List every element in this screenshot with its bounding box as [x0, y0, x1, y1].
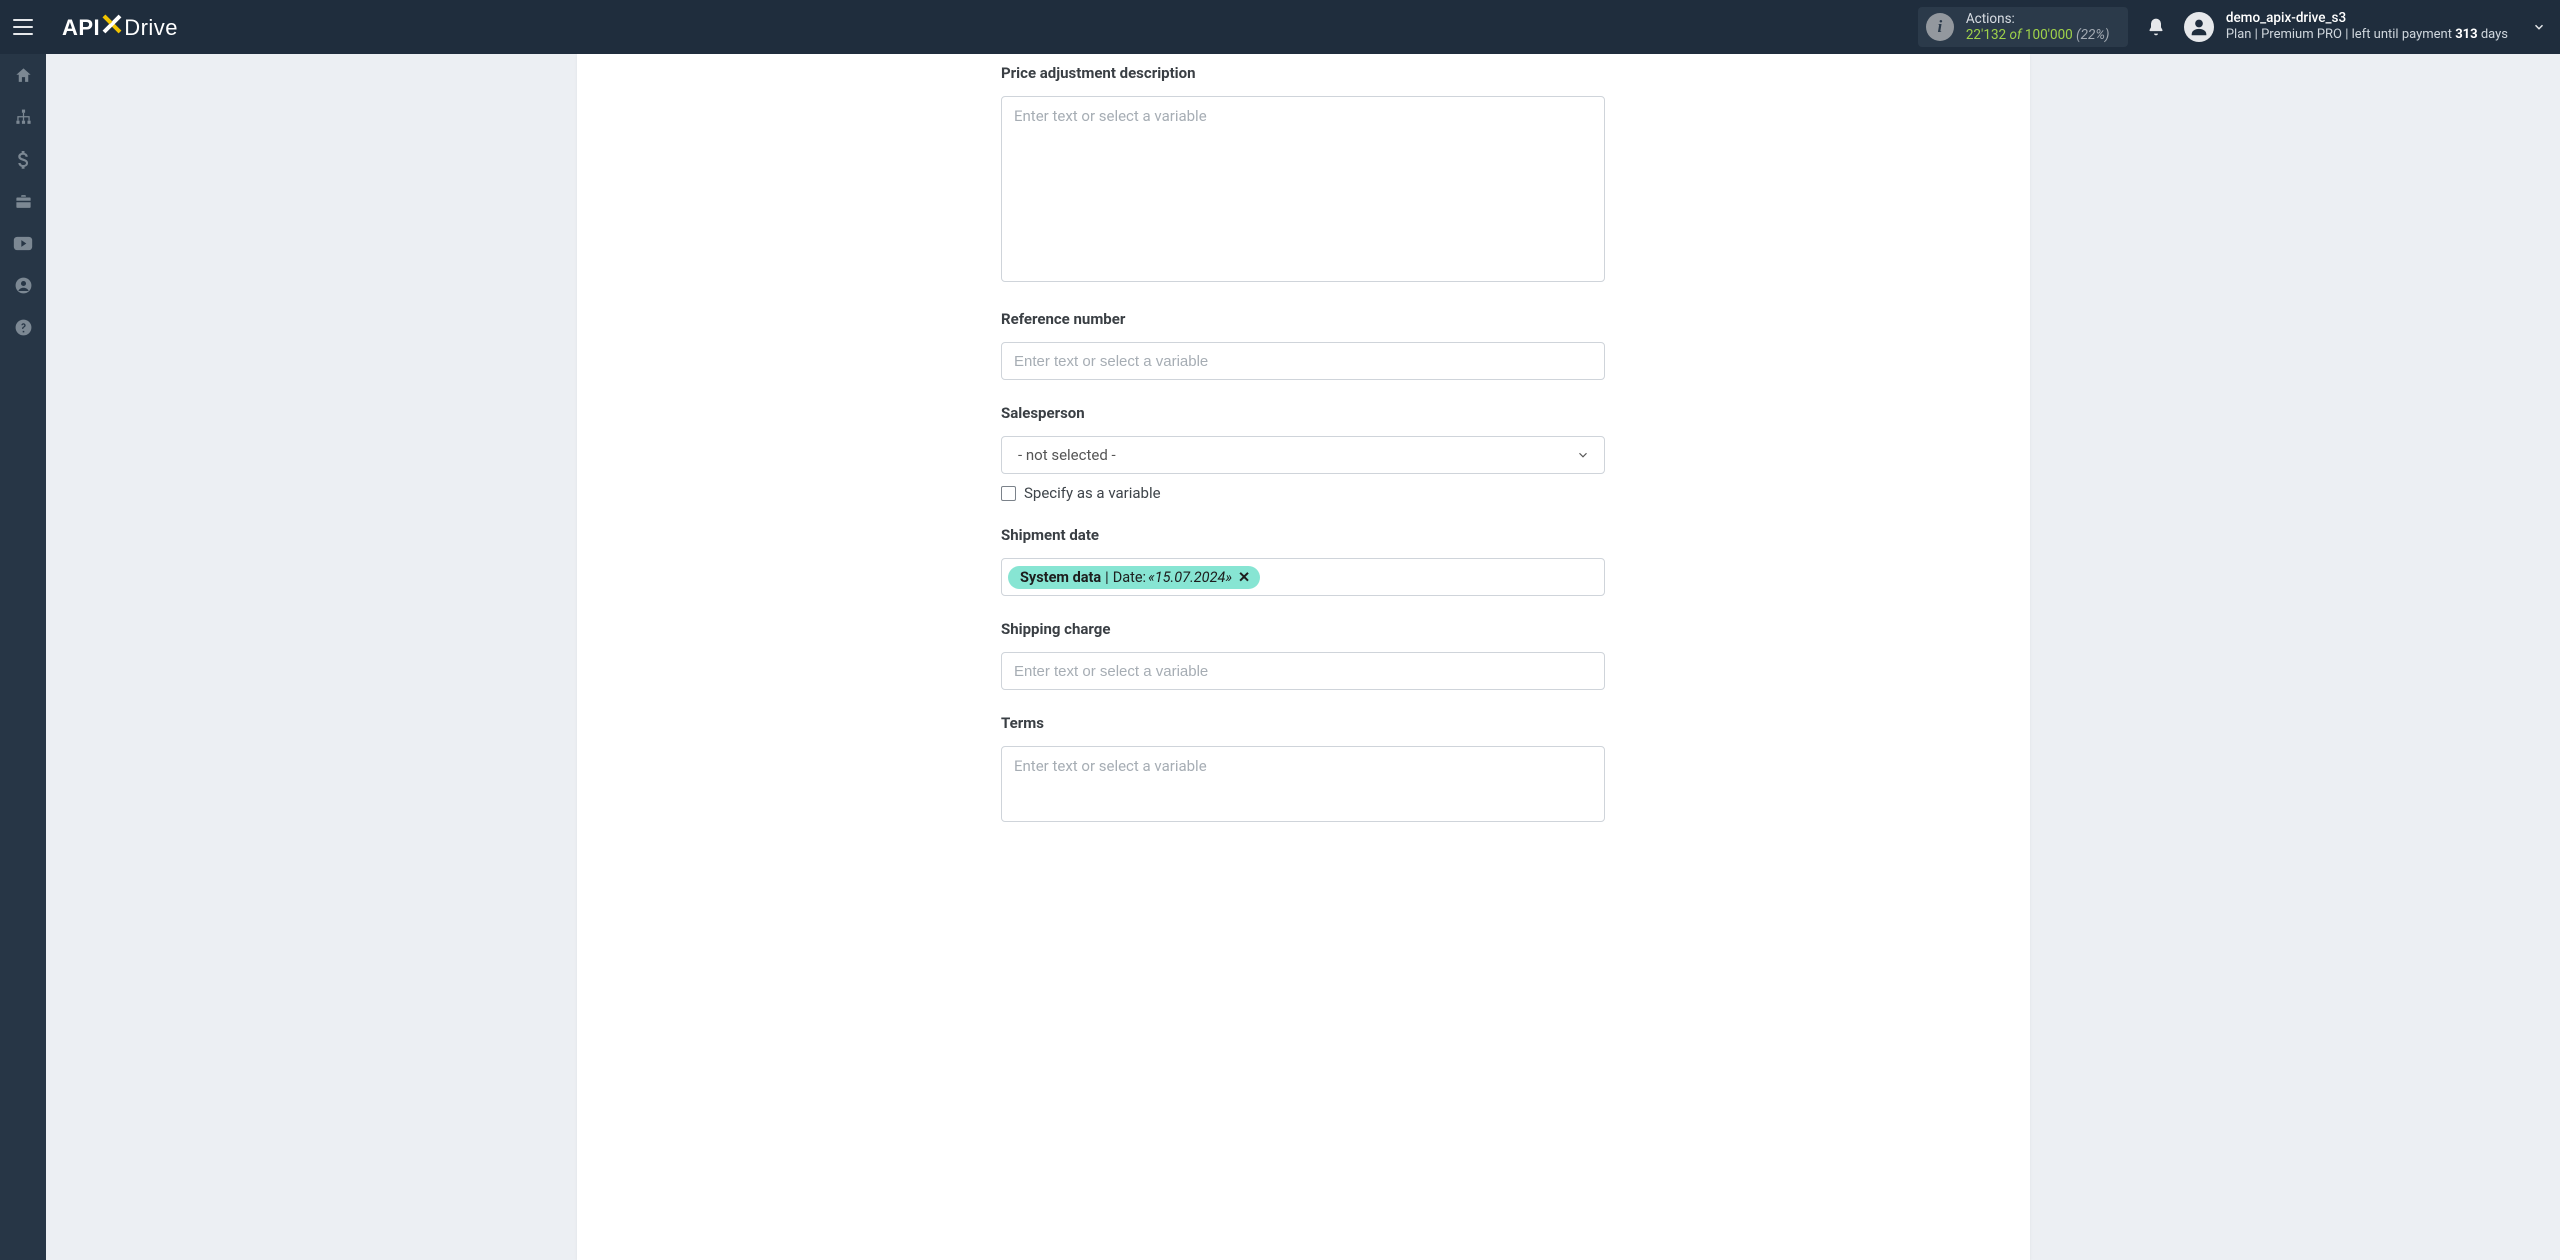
- plan-prefix: Plan |: [2226, 27, 2258, 42]
- terms-label: Terms: [1001, 714, 1605, 732]
- chevron-down-icon: [1576, 448, 1590, 462]
- shipment-date-input[interactable]: System data | Date: «15.07.2024» ✕: [1001, 558, 1605, 596]
- variable-value: «15.07.2024»: [1148, 569, 1232, 586]
- reference-number-label: Reference number: [1001, 310, 1605, 328]
- brand-part1: API: [62, 15, 100, 41]
- field-shipment-date: Shipment date System data | Date: «15.07…: [1001, 526, 1605, 596]
- topbar-right: i Actions: 22'132 of 100'000 (22%): [1918, 7, 2546, 47]
- sidebar-item-connections[interactable]: [0, 96, 46, 138]
- avatar-icon: [2184, 12, 2214, 42]
- field-shipping-charge: Shipping charge: [1001, 620, 1605, 690]
- actions-used: 22'132: [1966, 27, 2006, 43]
- brand-logo[interactable]: API Drive: [62, 13, 178, 41]
- price-adjustment-description-label: Price adjustment description: [1001, 64, 1605, 82]
- salesperson-select[interactable]: - not selected -: [1001, 436, 1605, 474]
- price-adjustment-description-input[interactable]: [1001, 96, 1605, 282]
- user-name: demo_apix-drive_s3: [2226, 10, 2508, 27]
- menu-toggle-button[interactable]: [13, 19, 33, 35]
- user-plan: Plan | Premium PRO | left until payment …: [2226, 27, 2508, 43]
- actions-total: 100'000: [2025, 27, 2073, 43]
- field-price-adjustment-description: Price adjustment description: [1001, 64, 1605, 286]
- page-scroll[interactable]: Price adjustment description Reference n…: [46, 54, 2560, 1260]
- shipping-charge-input[interactable]: [1001, 652, 1605, 690]
- variable-label: Date:: [1113, 569, 1146, 586]
- field-salesperson: Salesperson - not selected - Specify as …: [1001, 404, 1605, 502]
- actions-of: of: [2010, 27, 2022, 43]
- shipment-date-label: Shipment date: [1001, 526, 1605, 544]
- form-card: Price adjustment description Reference n…: [577, 54, 2030, 1260]
- remove-tag-button[interactable]: ✕: [1238, 569, 1250, 586]
- salesperson-label: Salesperson: [1001, 404, 1605, 422]
- terms-input[interactable]: [1001, 746, 1605, 822]
- field-terms: Terms: [1001, 714, 1605, 826]
- reference-number-input[interactable]: [1001, 342, 1605, 380]
- actions-values: 22'132 of 100'000 (22%): [1966, 27, 2110, 43]
- sidebar: [0, 54, 46, 1260]
- specify-variable-label: Specify as a variable: [1024, 484, 1161, 502]
- specify-variable-row: Specify as a variable: [1001, 484, 1605, 502]
- actions-label: Actions:: [1966, 11, 2110, 27]
- sidebar-item-account[interactable]: [0, 264, 46, 306]
- sidebar-item-video[interactable]: [0, 222, 46, 264]
- brand-part2: Drive: [124, 15, 178, 41]
- brand-x-icon: [101, 13, 123, 35]
- user-text: demo_apix-drive_s3 Plan | Premium PRO | …: [2226, 10, 2508, 43]
- plan-name: Premium PRO: [2261, 27, 2342, 42]
- topbar-left: API Drive: [0, 13, 178, 41]
- salesperson-selected-value: - not selected -: [1018, 446, 1116, 464]
- sidebar-item-briefcase[interactable]: [0, 180, 46, 222]
- plan-suffix: days: [2481, 27, 2508, 42]
- chevron-down-icon: [2532, 20, 2546, 34]
- plan-mid: | left until payment: [2345, 27, 2452, 42]
- hamburger-wrap: [0, 19, 46, 35]
- variable-separator: |: [1105, 569, 1109, 586]
- shipment-date-tag: System data | Date: «15.07.2024» ✕: [1008, 566, 1260, 589]
- plan-days: 313: [2455, 27, 2477, 42]
- user-menu-button[interactable]: demo_apix-drive_s3 Plan | Premium PRO | …: [2184, 10, 2546, 43]
- field-reference-number: Reference number: [1001, 310, 1605, 380]
- sidebar-item-help[interactable]: [0, 306, 46, 348]
- actions-pct: (22%): [2076, 27, 2109, 43]
- shipping-charge-label: Shipping charge: [1001, 620, 1605, 638]
- actions-text: Actions: 22'132 of 100'000 (22%): [1966, 11, 2110, 43]
- info-icon: i: [1926, 13, 1954, 41]
- notifications-button[interactable]: [2146, 17, 2166, 37]
- variable-source: System data: [1020, 569, 1101, 586]
- sidebar-item-home[interactable]: [0, 54, 46, 96]
- specify-variable-checkbox[interactable]: [1001, 486, 1016, 501]
- topbar: API Drive i Actions: 22'132 of 100'000 (…: [0, 0, 2560, 54]
- form-area: Price adjustment description Reference n…: [1001, 64, 1605, 826]
- actions-usage-box[interactable]: i Actions: 22'132 of 100'000 (22%): [1918, 7, 2128, 47]
- sidebar-item-billing[interactable]: [0, 138, 46, 180]
